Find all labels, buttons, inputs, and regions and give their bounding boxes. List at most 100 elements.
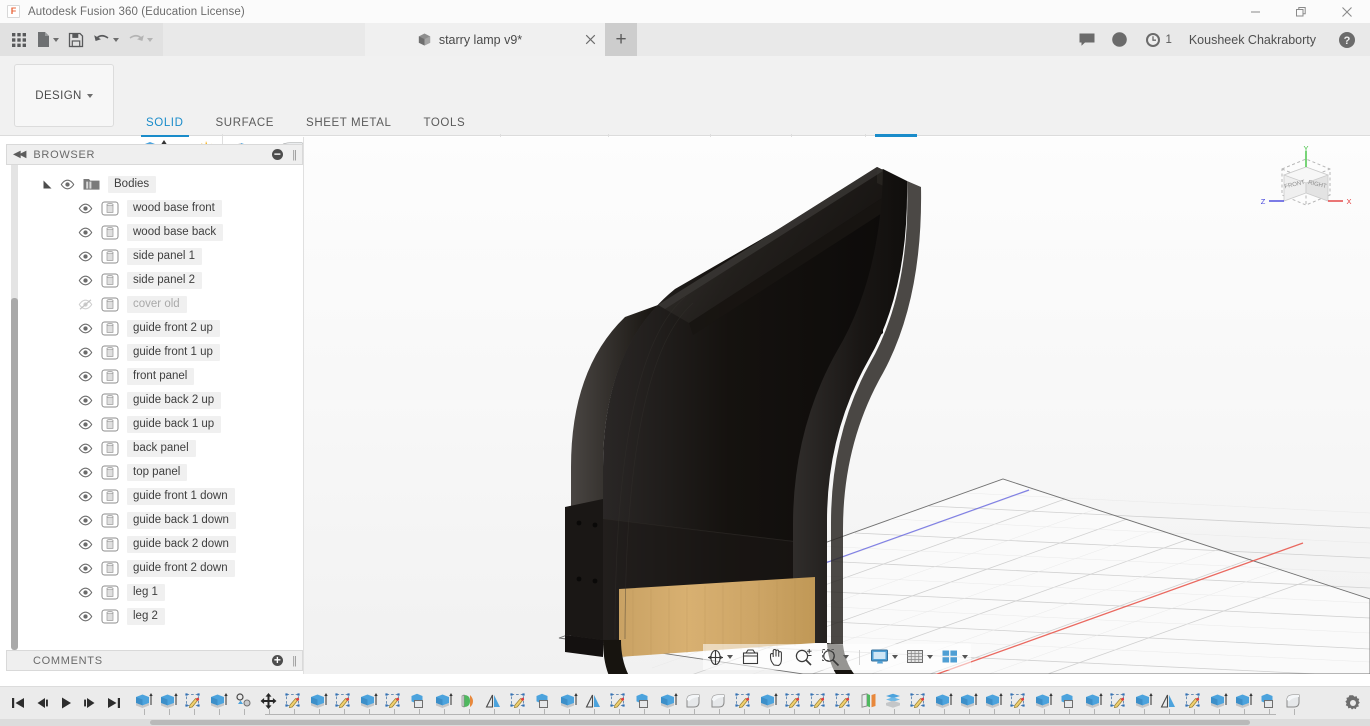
redo-button[interactable] <box>123 23 157 56</box>
minimize-button[interactable] <box>1232 0 1278 23</box>
visibility-eye-icon[interactable] <box>60 177 75 192</box>
visibility-eye-icon[interactable] <box>78 537 93 552</box>
timeline-feature-revolve[interactable] <box>456 687 481 715</box>
play-icon[interactable] <box>54 689 77 717</box>
viewport-canvas[interactable]: FRONT RIGHT Y X Z <box>303 137 1370 674</box>
workspace-switcher[interactable]: DESIGN <box>14 64 114 127</box>
visibility-eye-icon[interactable] <box>78 201 93 216</box>
tree-row-body[interactable]: guide back 2 down <box>6 532 303 556</box>
job-status-icon[interactable] <box>1137 23 1168 56</box>
timeline-feature-sketch[interactable] <box>606 687 631 715</box>
tree-row-body[interactable]: guide front 1 up <box>6 340 303 364</box>
timeline-feature-sketch[interactable] <box>331 687 356 715</box>
timeline-feature-extrude[interactable] <box>981 687 1006 715</box>
timeline-feature-extrude[interactable] <box>131 687 156 715</box>
tree-row-body[interactable]: front panel <box>6 364 303 388</box>
app-grid-button[interactable] <box>6 23 32 56</box>
timeline-feature-extrude[interactable] <box>431 687 456 715</box>
timeline-feature-combine[interactable] <box>631 687 656 715</box>
comments-header[interactable]: COMMENTS + || <box>6 650 303 671</box>
browser-scrollbar-thumb[interactable] <box>11 298 18 650</box>
tree-row-body[interactable]: guide front 2 down <box>6 556 303 580</box>
timeline-feature-fillet[interactable] <box>681 687 706 715</box>
timeline-feature-extrude[interactable] <box>956 687 981 715</box>
timeline-feature-extrude[interactable] <box>931 687 956 715</box>
visibility-hidden-eye-icon[interactable] <box>78 297 93 312</box>
timeline-feature-sketch[interactable] <box>506 687 531 715</box>
visibility-eye-icon[interactable] <box>78 369 93 384</box>
timeline-feature-sketch[interactable] <box>831 687 856 715</box>
viewports-icon[interactable] <box>938 645 971 669</box>
timeline-feature-list[interactable] <box>125 687 1336 720</box>
tree-row-body[interactable]: leg 2 <box>6 604 303 628</box>
timeline-feature-extrude[interactable] <box>306 687 331 715</box>
visibility-eye-icon[interactable] <box>78 345 93 360</box>
visibility-eye-icon[interactable] <box>78 249 93 264</box>
timeline-feature-shell[interactable] <box>881 687 906 715</box>
timeline-feature-sketch[interactable] <box>806 687 831 715</box>
visibility-eye-icon[interactable] <box>78 513 93 528</box>
timeline-feature-sketch[interactable] <box>1181 687 1206 715</box>
timeline-feature-fillet[interactable] <box>1281 687 1306 715</box>
new-document-button[interactable] <box>32 23 63 56</box>
timeline-feature-sketch[interactable] <box>906 687 931 715</box>
step-forward-icon[interactable] <box>78 689 101 717</box>
horizontal-scrollbar[interactable] <box>150 720 1250 725</box>
timeline-feature-mirror[interactable] <box>581 687 606 715</box>
timeline-feature-extrude[interactable] <box>756 687 781 715</box>
visibility-eye-icon[interactable] <box>78 561 93 576</box>
timeline-feature-extrude[interactable] <box>156 687 181 715</box>
timeline-feature-combine[interactable] <box>1056 687 1081 715</box>
panel-resize-grip[interactable]: || <box>292 655 297 667</box>
timeline-feature-mirror[interactable] <box>1156 687 1181 715</box>
step-back-icon[interactable] <box>30 689 53 717</box>
add-comment-button[interactable]: + <box>272 654 284 666</box>
timeline-feature-offset-plane[interactable] <box>856 687 881 715</box>
tree-row-body[interactable]: side panel 2 <box>6 268 303 292</box>
visibility-eye-icon[interactable] <box>78 225 93 240</box>
undo-button[interactable] <box>89 23 123 56</box>
timeline-feature-combine[interactable] <box>1256 687 1281 715</box>
tree-row-bodies[interactable]: Bodies <box>6 172 303 196</box>
view-cube[interactable]: FRONT RIGHT Y X Z <box>1256 145 1356 240</box>
orbit-icon[interactable] <box>703 645 736 669</box>
timeline-feature-extrude[interactable] <box>356 687 381 715</box>
maximize-button[interactable] <box>1278 0 1324 23</box>
timeline-feature-extrude[interactable] <box>1231 687 1256 715</box>
visibility-eye-icon[interactable] <box>78 585 93 600</box>
timeline-feature-extrude[interactable] <box>1031 687 1056 715</box>
timeline-feature-joint[interactable] <box>231 687 256 715</box>
activity-icon[interactable] <box>1104 23 1135 56</box>
tree-row-body[interactable]: wood base front <box>6 196 303 220</box>
visibility-eye-icon[interactable] <box>78 465 93 480</box>
look-at-icon[interactable] <box>738 645 763 669</box>
tree-row-body[interactable]: cover old <box>6 292 303 316</box>
fit-icon[interactable] <box>818 645 852 669</box>
tree-row-body[interactable]: top panel <box>6 460 303 484</box>
visibility-eye-icon[interactable] <box>78 321 93 336</box>
help-icon[interactable]: ? <box>1331 23 1362 56</box>
close-tab-button[interactable] <box>575 23 605 56</box>
visibility-eye-icon[interactable] <box>78 273 93 288</box>
save-button[interactable] <box>63 23 89 56</box>
timeline-settings-icon[interactable] <box>1336 694 1370 712</box>
timeline-feature-sketch[interactable] <box>181 687 206 715</box>
tree-row-body[interactable]: guide back 1 down <box>6 508 303 532</box>
timeline-feature-extrude[interactable] <box>1131 687 1156 715</box>
close-button[interactable] <box>1324 0 1370 23</box>
go-to-beginning-icon[interactable] <box>6 689 29 717</box>
visibility-eye-icon[interactable] <box>78 393 93 408</box>
timeline-feature-sketch[interactable] <box>781 687 806 715</box>
display-settings-icon[interactable] <box>867 645 901 669</box>
timeline-feature-sketch[interactable] <box>731 687 756 715</box>
tree-row-body[interactable]: back panel <box>6 436 303 460</box>
go-to-end-icon[interactable] <box>102 689 125 717</box>
document-tab[interactable]: starry lamp v9* <box>365 23 575 56</box>
panel-resize-grip[interactable]: || <box>292 149 297 161</box>
zoom-icon[interactable] <box>791 645 816 669</box>
visibility-eye-icon[interactable] <box>78 609 93 624</box>
timeline-feature-extrude[interactable] <box>656 687 681 715</box>
tree-row-body[interactable]: guide front 2 up <box>6 316 303 340</box>
tree-row-body[interactable]: side panel 1 <box>6 244 303 268</box>
grid-snaps-icon[interactable] <box>903 645 936 669</box>
